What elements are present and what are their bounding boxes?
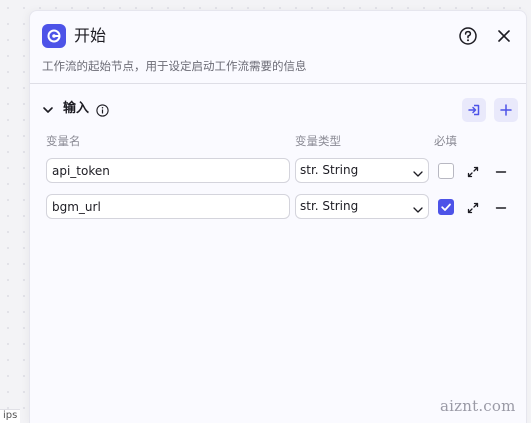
variable-type-select[interactable]: str. String	[295, 194, 429, 219]
variable-name-input[interactable]	[46, 158, 290, 183]
help-circle-icon[interactable]	[458, 26, 478, 46]
column-header-type: 变量类型	[295, 134, 341, 148]
background-node-label: ips	[0, 409, 21, 423]
variable-type-select[interactable]: str. String	[295, 158, 429, 183]
close-icon[interactable]	[494, 26, 514, 46]
chevron-down-icon[interactable]	[41, 102, 55, 116]
expand-icon[interactable]	[466, 200, 480, 214]
column-header-name: 变量名	[46, 134, 81, 148]
chevron-down-icon	[412, 165, 424, 177]
watermark: aiznt.com	[440, 397, 516, 415]
expand-icon[interactable]	[466, 164, 480, 178]
plus-icon[interactable]	[494, 98, 518, 122]
import-icon[interactable]	[462, 98, 486, 122]
start-node-panel: 开始 工作流的起始节点，用于设定启动工作流需要的信息 输入 变量名 变量类型 必…	[29, 10, 527, 423]
inputs-section-header: 输入	[30, 95, 526, 123]
variable-type-value: str. String	[300, 163, 359, 177]
minus-icon[interactable]	[494, 200, 508, 214]
column-header-required: 必填	[434, 134, 457, 148]
panel-title: 开始	[74, 26, 107, 45]
minus-icon[interactable]	[494, 164, 508, 178]
input-row: str. String	[30, 194, 526, 220]
start-node-icon	[42, 24, 66, 48]
variable-type-value: str. String	[300, 199, 359, 213]
info-icon[interactable]	[96, 102, 109, 117]
required-checkbox[interactable]	[438, 163, 454, 179]
variable-name-input[interactable]	[46, 194, 290, 219]
chevron-down-icon	[412, 201, 424, 213]
required-checkbox[interactable]	[438, 199, 454, 215]
panel-header: 开始 工作流的起始节点，用于设定启动工作流需要的信息	[30, 11, 526, 84]
input-row: str. String	[30, 158, 526, 184]
inputs-section-title: 输入	[63, 101, 90, 116]
panel-description: 工作流的起始节点，用于设定启动工作流需要的信息	[42, 59, 307, 73]
